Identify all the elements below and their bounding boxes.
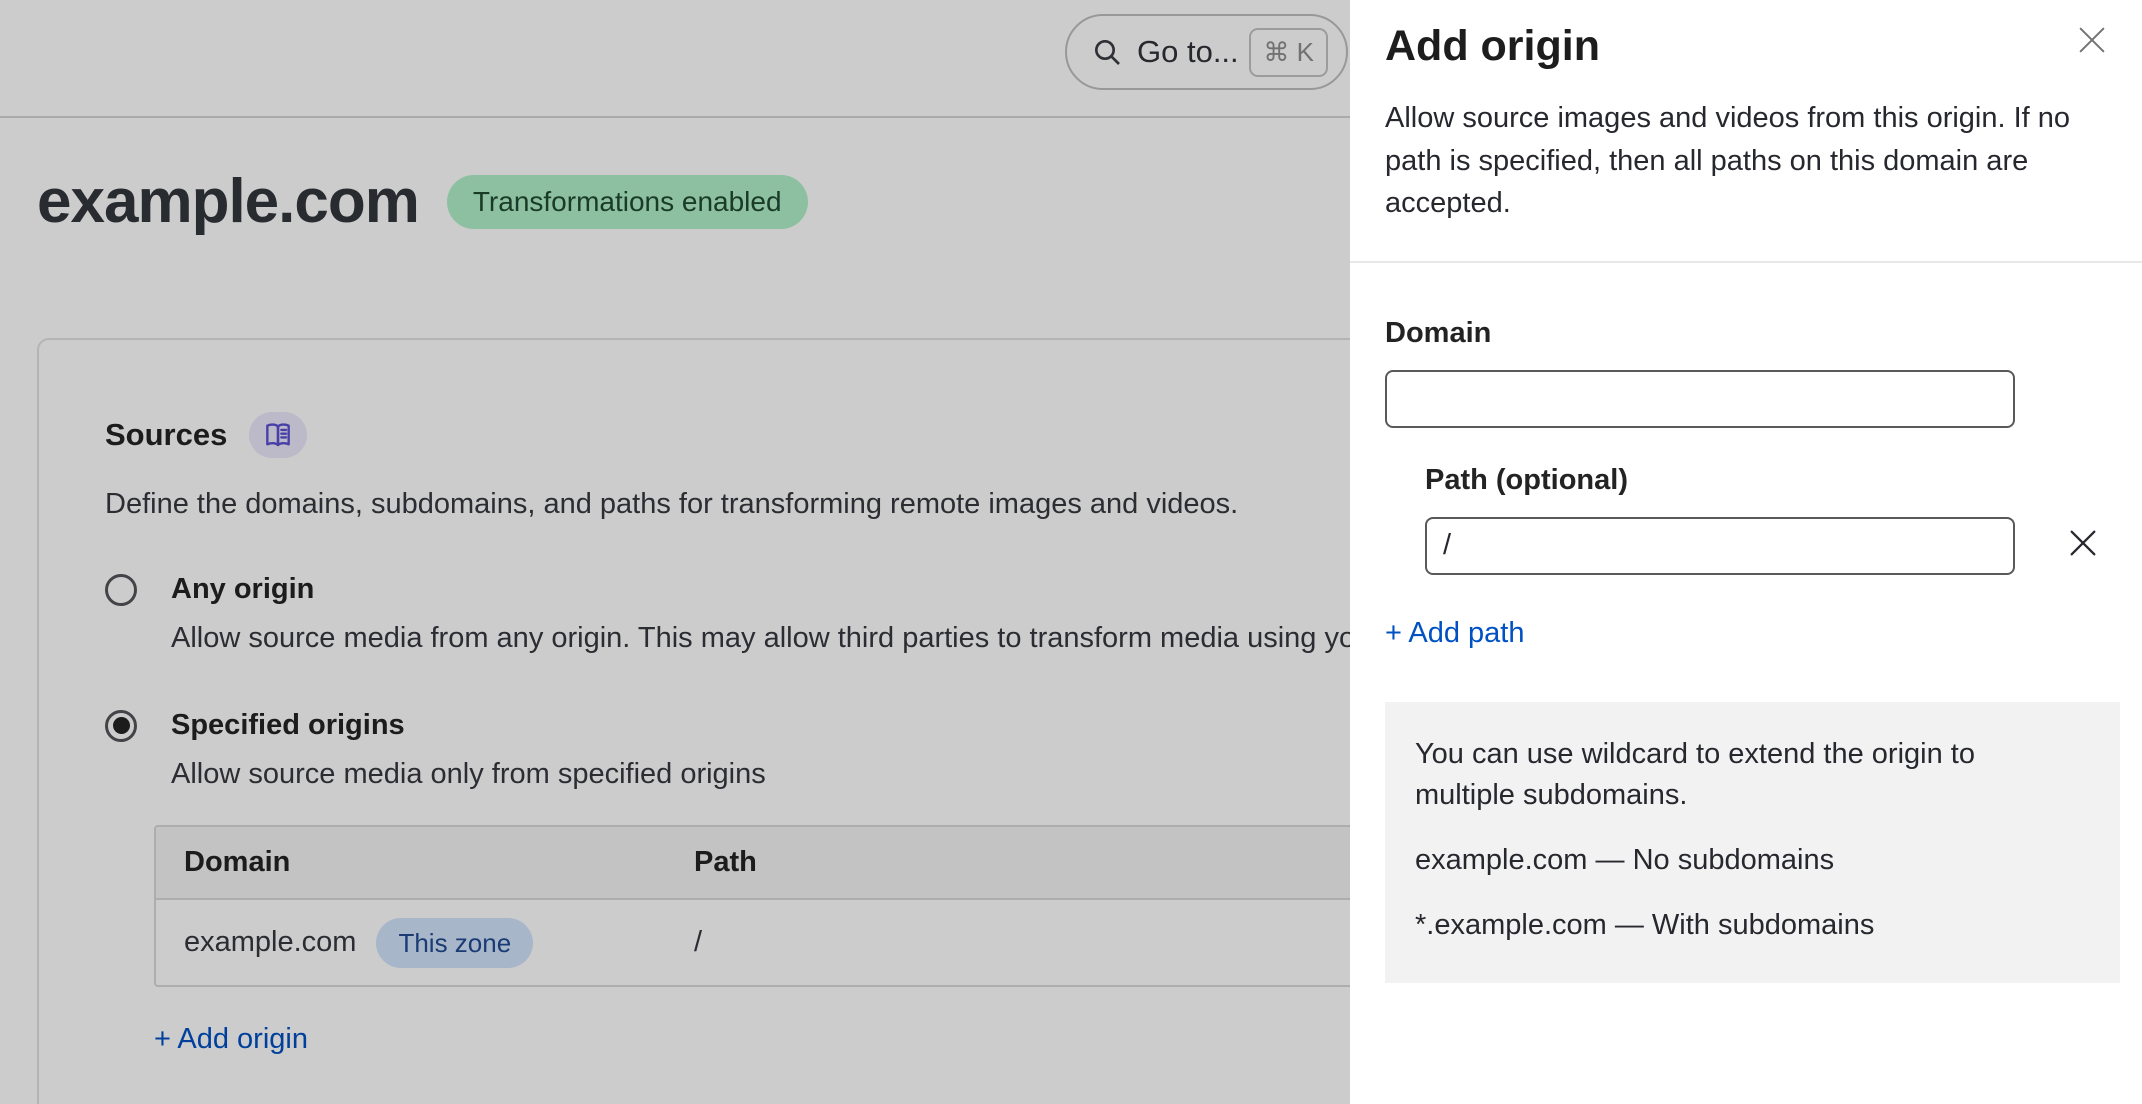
close-icon (2075, 23, 2109, 57)
remove-path-x-icon (2066, 526, 2100, 560)
with-subdomains-example: *.example.com — With subdomains (1415, 905, 2090, 946)
add-path-link[interactable]: + Add path (1385, 617, 1525, 650)
path-field-group: Path (optional) (1425, 464, 2142, 575)
panel-description: Allow source images and videos from this… (1385, 97, 2110, 225)
add-origin-panel: Add origin Allow source images and video… (1350, 0, 2142, 1104)
remove-path-button[interactable] (2063, 523, 2103, 563)
panel-divider (1350, 261, 2142, 263)
path-field-label: Path (optional) (1425, 464, 2142, 497)
domain-field-label: Domain (1385, 317, 2142, 350)
wildcard-info-box: You can use wildcard to extend the origi… (1385, 702, 2120, 983)
wildcard-info-text: You can use wildcard to extend the origi… (1415, 734, 2065, 816)
close-panel-button[interactable] (2070, 18, 2114, 62)
path-input[interactable] (1425, 517, 2015, 575)
domain-field-group: Domain (1385, 317, 2142, 428)
domain-input[interactable] (1385, 370, 2015, 428)
panel-title: Add origin (1385, 22, 2142, 71)
no-subdomains-example: example.com — No subdomains (1415, 840, 2090, 881)
